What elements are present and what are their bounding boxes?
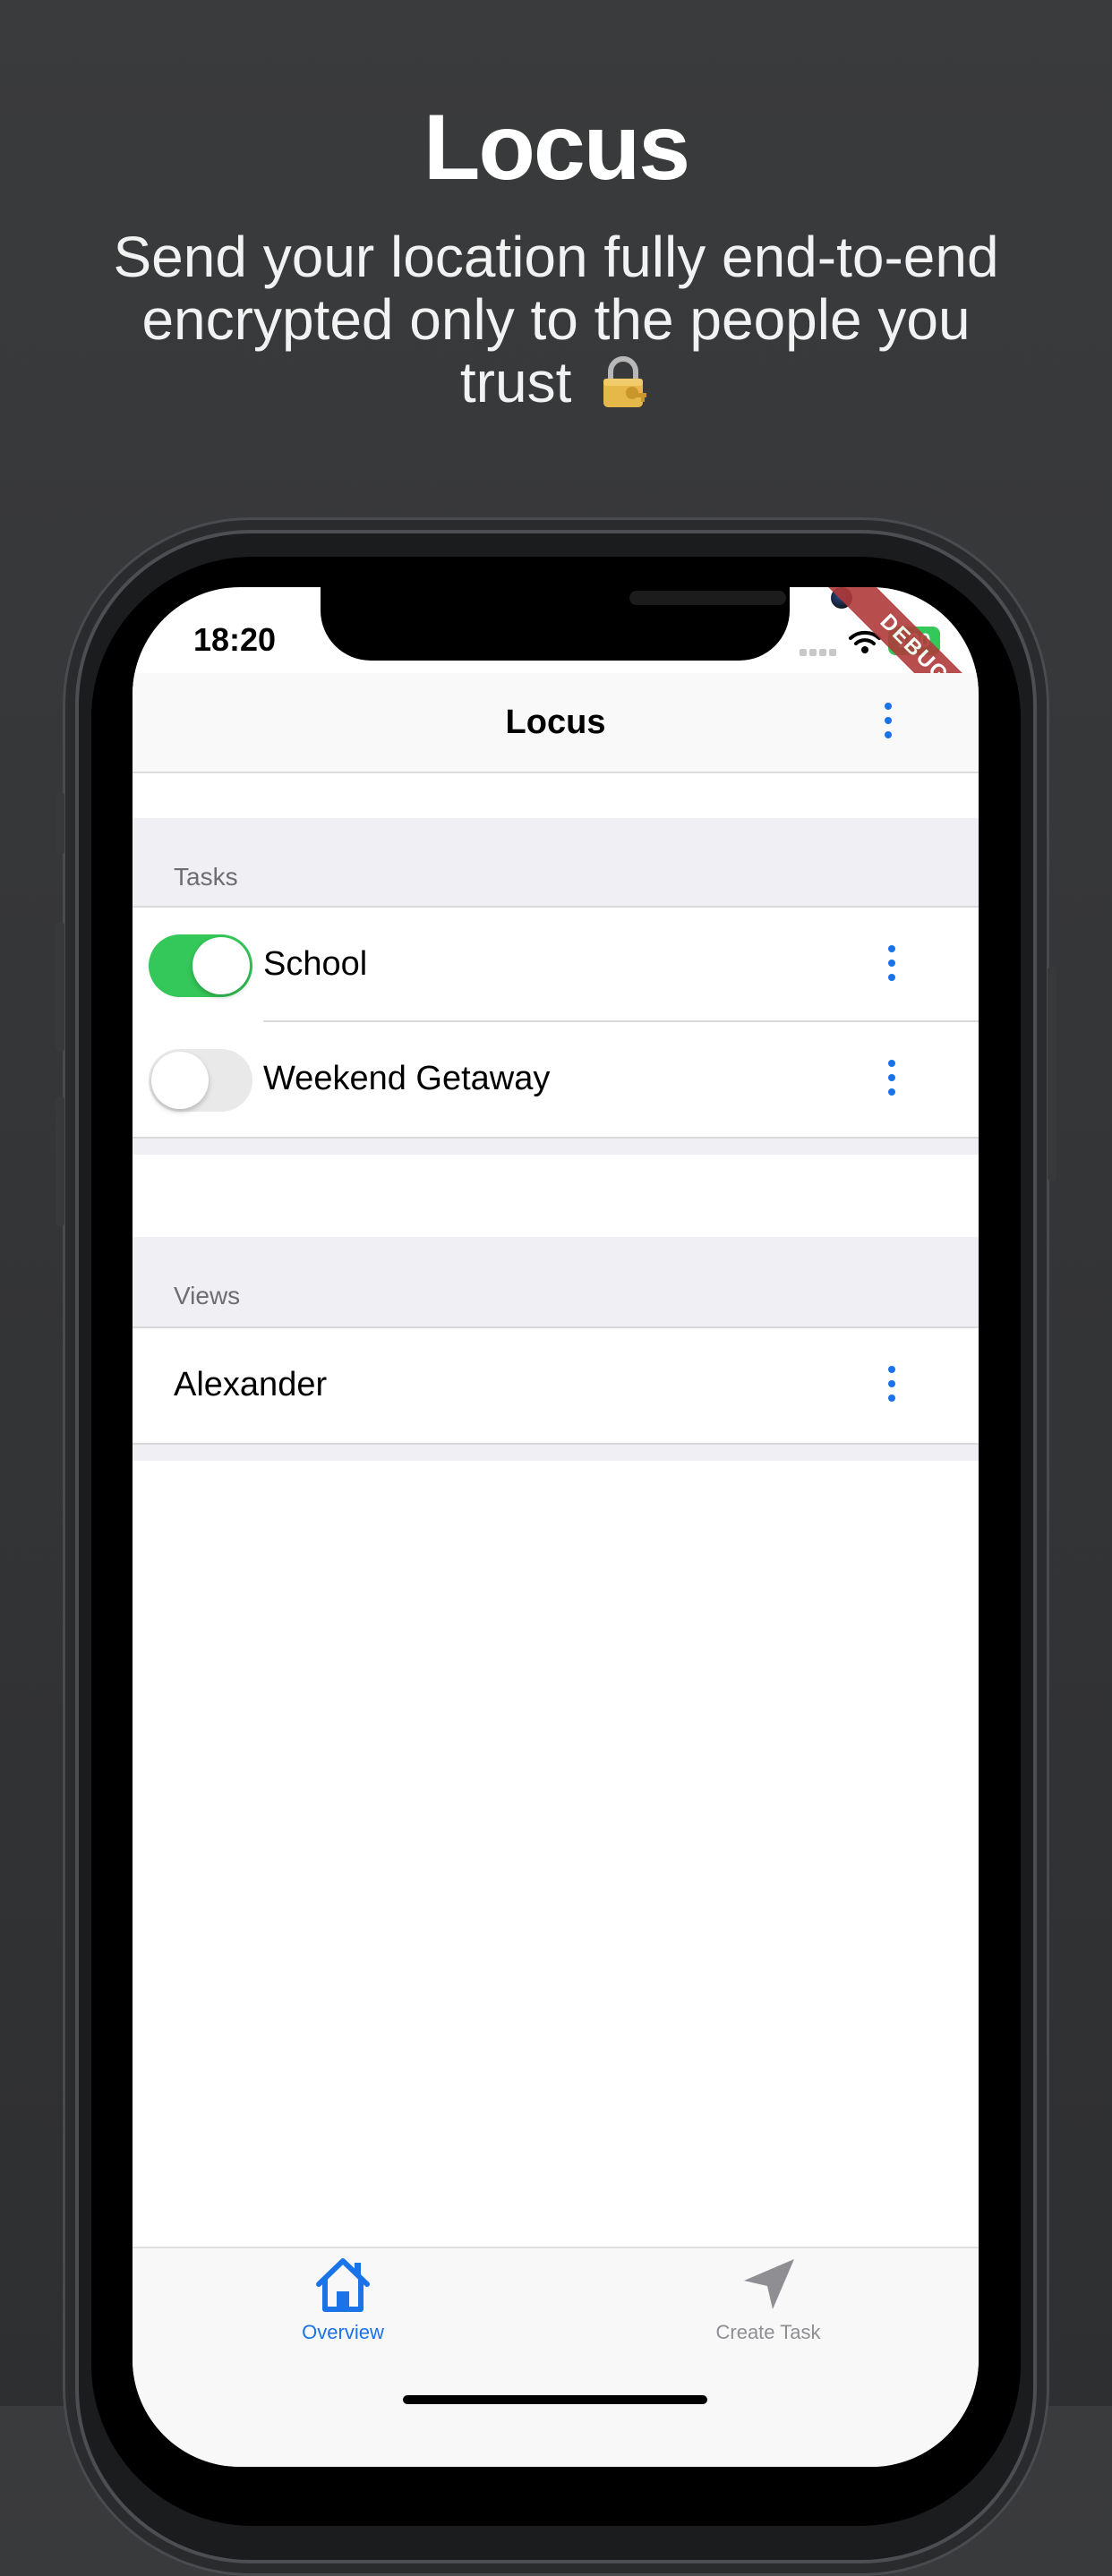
tab-bar: Overview Create Task [133, 2247, 979, 2467]
power-button [1048, 967, 1056, 1181]
volume-up-button [56, 922, 64, 1052]
task-row-school[interactable]: School [133, 908, 979, 1022]
phone-screen: 18:20 100 DEBUG Locus Tasks School Weeke… [133, 587, 979, 2467]
more-options-icon[interactable] [883, 703, 894, 746]
tab-create-task[interactable]: Create Task [670, 2254, 867, 2344]
home-icon [316, 2258, 370, 2312]
task-label: School [263, 945, 368, 983]
task-label: Weekend Getaway [263, 1060, 551, 1097]
toggle-knob [192, 937, 250, 994]
navigation-bar: Locus [133, 673, 979, 773]
task-row-weekend-getaway[interactable]: Weekend Getaway [133, 1022, 979, 1137]
tasks-section-header: Tasks [133, 818, 979, 908]
volume-down-button [56, 1096, 64, 1226]
hero-title: Locus [423, 96, 690, 200]
task-options-icon[interactable] [886, 1060, 897, 1103]
lock-with-key-icon [603, 356, 647, 407]
section-title-tasks: Tasks [174, 863, 238, 891]
view-options-icon[interactable] [886, 1366, 897, 1409]
side-button [56, 792, 64, 855]
section-footer [133, 1445, 979, 1461]
status-time: 18:20 [193, 621, 277, 658]
section-title-views: Views [174, 1282, 241, 1309]
toggle-knob [151, 1052, 209, 1109]
speaker [629, 591, 786, 605]
task-options-icon[interactable] [886, 945, 897, 988]
view-label: Alexander [174, 1366, 328, 1403]
cellular-signal-icon [800, 644, 839, 661]
tab-label-create-task: Create Task [715, 2321, 821, 2343]
tab-overview[interactable]: Overview [244, 2254, 441, 2344]
tab-label-overview: Overview [302, 2321, 384, 2343]
section-footer [133, 1139, 979, 1155]
nav-title: Locus [505, 704, 606, 741]
view-row-alexander[interactable]: Alexander [133, 1328, 979, 1443]
hero-subtitle-text: Send your location fully end-to-end encr… [113, 225, 999, 414]
navigation-arrow-icon [744, 2259, 794, 2309]
hero-subtitle: Send your location fully end-to-end encr… [81, 226, 1031, 414]
home-indicator [403, 2395, 707, 2404]
task-toggle-school[interactable] [149, 934, 252, 997]
notch [321, 587, 852, 661]
views-section-header: Views [133, 1237, 979, 1326]
task-toggle-weekend-getaway[interactable] [149, 1049, 252, 1112]
